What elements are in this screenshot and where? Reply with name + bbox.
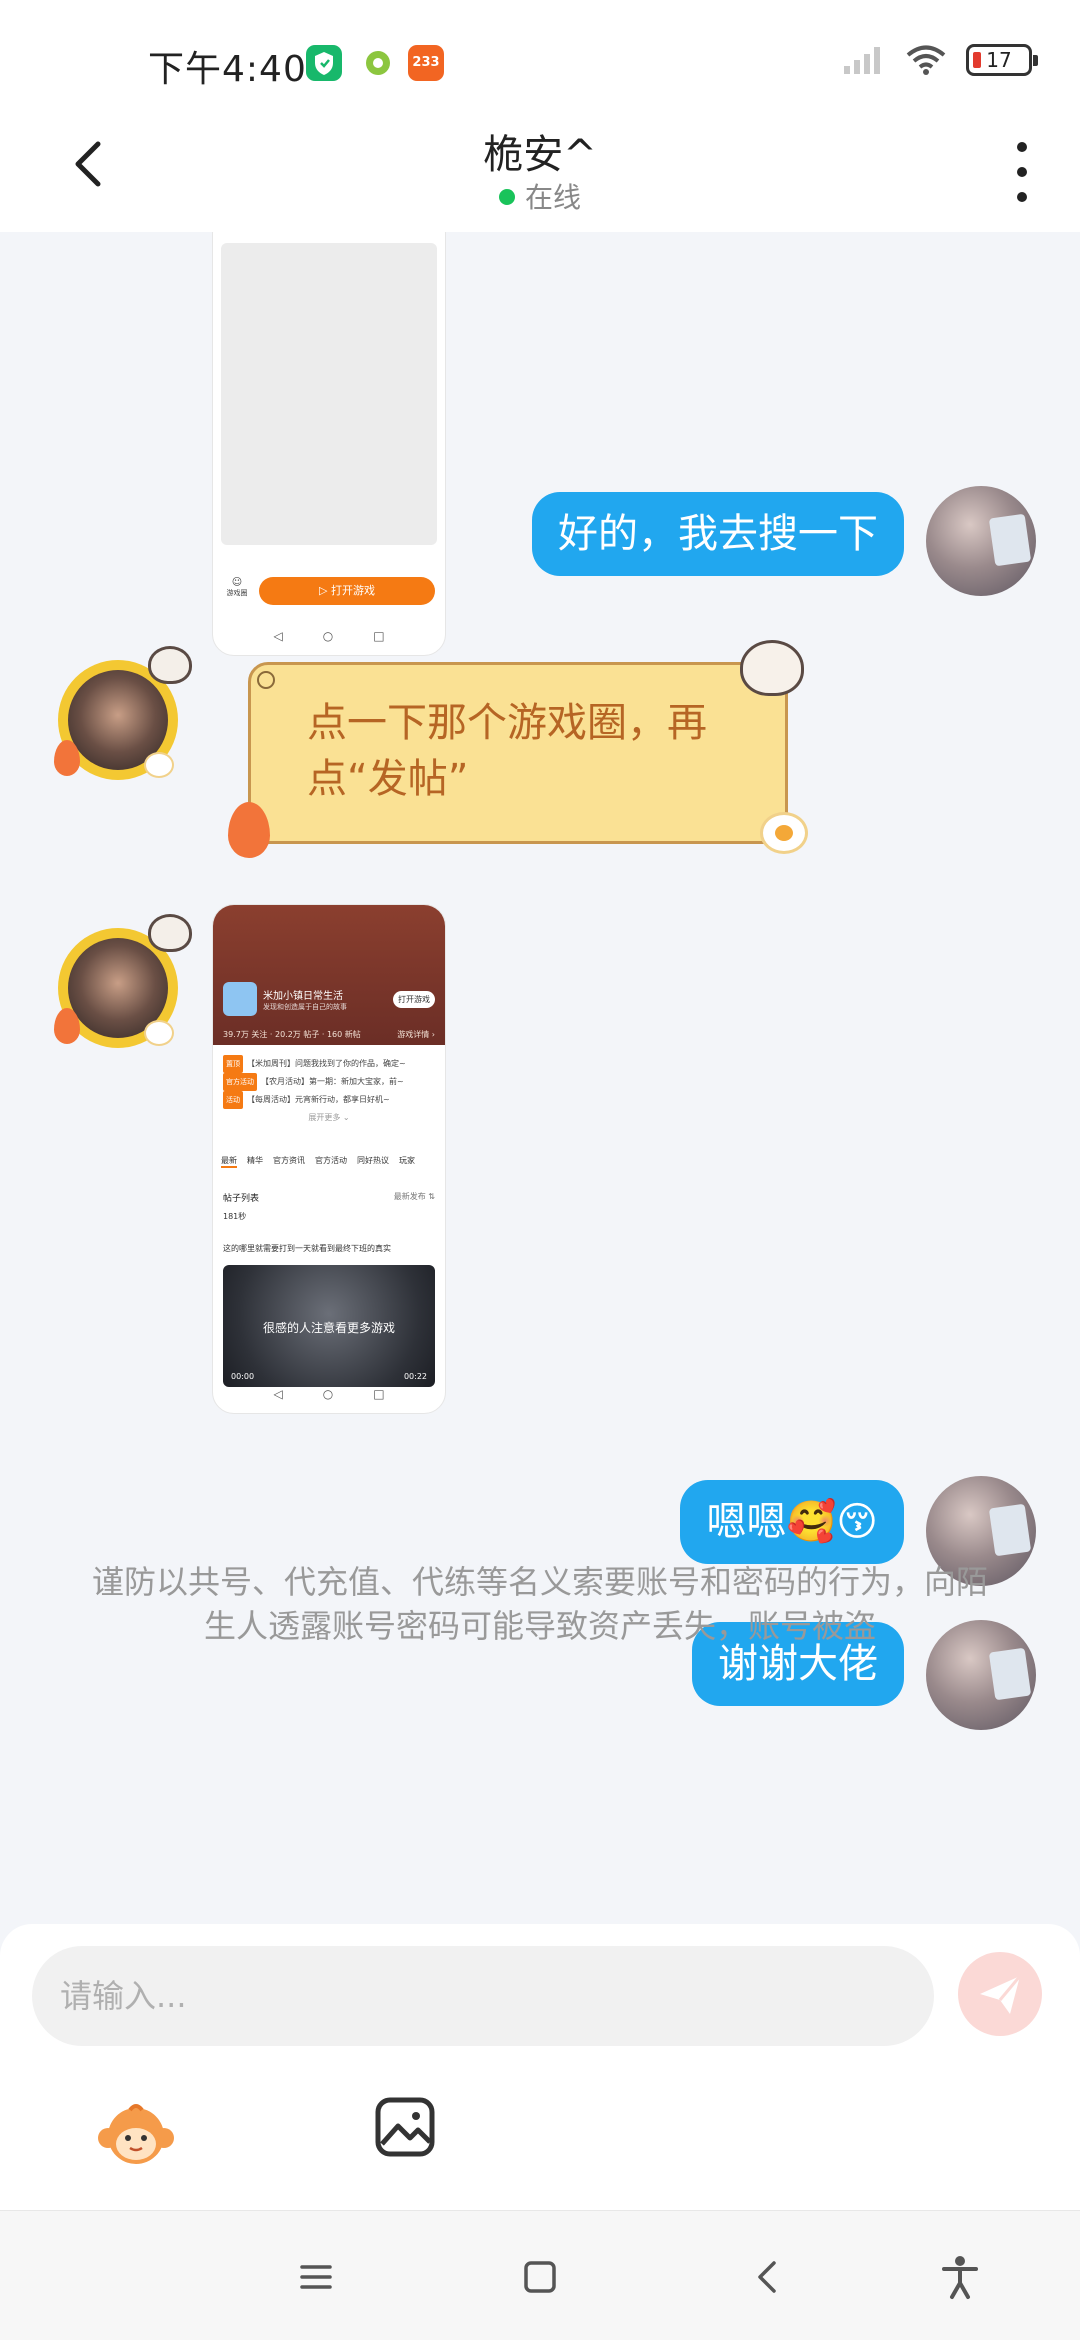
online-dot-icon bbox=[498, 189, 515, 205]
contact-name: 桅安^ bbox=[483, 132, 597, 178]
post-sort: 最新发布 ⇅ bbox=[393, 1192, 435, 1201]
monkey-emoji-icon bbox=[98, 2104, 174, 2164]
pinned-posts: 置顶 【米加周刊】问题我找到了你的作品，确定~ 官方活动 【农月活动】第一期：新加大… bbox=[223, 1055, 435, 1127]
image-button[interactable] bbox=[374, 2096, 436, 2158]
game-circle-icon: ☺ 游戏圈 bbox=[226, 577, 248, 597]
accessibility-button[interactable] bbox=[932, 2249, 988, 2305]
image-icon bbox=[375, 2097, 435, 2157]
battery-indicator: 17 bbox=[966, 44, 1038, 76]
carrot-decoration-icon bbox=[54, 1008, 80, 1044]
home-square-icon bbox=[524, 2261, 556, 2293]
message-bubble-sent[interactable]: 好的，我去搜一下 bbox=[532, 492, 904, 576]
ban-icon bbox=[257, 671, 275, 689]
screenshot-nav-bar: ◁ ○ □ bbox=[273, 629, 385, 643]
shared-screenshot-image[interactable]: ☺ 游戏圈 ▷ 打开游戏 ◁ ○ □ bbox=[212, 232, 446, 656]
game-details-link: 游戏详情 › bbox=[397, 1030, 435, 1039]
game-stats: 39.7万 关注 · 20.2万 帖子 · 160 新帖 bbox=[223, 1030, 361, 1039]
system-nav-bar bbox=[0, 2210, 1080, 2340]
chat-messages[interactable]: ☺ 游戏圈 ▷ 打开游戏 ◁ ○ □ 好的，我去搜一下 点一下那个游戏圈，再点“发帖”… bbox=[0, 232, 1080, 1922]
signal-icon bbox=[844, 47, 880, 74]
menu-icon bbox=[300, 2265, 332, 2289]
egg-decoration-icon bbox=[760, 812, 808, 854]
wifi-icon bbox=[906, 45, 946, 75]
post-text: 这的哪里就需要打到一天就看到最终下班的真实 bbox=[223, 1244, 391, 1253]
menu-nav-button[interactable] bbox=[288, 2249, 344, 2305]
app-badge-icon: 233 bbox=[408, 45, 444, 81]
shield-app-icon bbox=[306, 45, 342, 81]
settings-app-icon bbox=[360, 45, 396, 81]
game-banner bbox=[213, 905, 445, 1045]
game-title: 米加小镇日常生活 bbox=[263, 990, 343, 1002]
shared-screenshot-image[interactable]: 米加小镇日常生活 发现和创造属于自己的故事 打开游戏 39.7万 关注 · 20… bbox=[212, 904, 446, 1414]
message-bubble-sent[interactable]: 嗯嗯🥰😚 bbox=[680, 1480, 904, 1564]
send-icon bbox=[980, 1975, 1022, 2014]
more-options-button[interactable] bbox=[1010, 142, 1034, 202]
post-author: 181秒 bbox=[223, 1212, 247, 1221]
video-thumbnail: 很感的人注意看更多游戏 00:00 00:22 bbox=[223, 1265, 435, 1387]
message-bubble-received[interactable]: 点一下那个游戏圈，再点“发帖” bbox=[248, 662, 788, 844]
accessibility-icon bbox=[942, 2256, 978, 2299]
online-status-text: 在线 bbox=[524, 181, 581, 214]
input-panel bbox=[0, 1924, 1080, 2210]
back-arrow-icon bbox=[758, 2261, 776, 2293]
status-time: 下午4:40 bbox=[148, 49, 307, 90]
egg-decoration-icon bbox=[144, 752, 174, 778]
status-indicators: 17 bbox=[842, 44, 1038, 76]
emoji-button[interactable] bbox=[96, 2094, 176, 2174]
more-dot-icon bbox=[1017, 167, 1027, 177]
more-dot-icon bbox=[1017, 192, 1027, 202]
back-nav-button[interactable] bbox=[740, 2249, 796, 2305]
message-input[interactable] bbox=[32, 1946, 934, 2046]
carrot-decoration-icon bbox=[54, 740, 80, 776]
security-notice: 谨防以共号、代充值、代练等名义索要账号和密码的行为，向陌生人透露账号密码可能导致… bbox=[91, 1563, 988, 1645]
cat-decoration-icon bbox=[148, 646, 192, 684]
game-subtitle: 发现和创造属于自己的故事 bbox=[263, 1002, 347, 1011]
message-text: 点一下那个游戏圈，再点“发帖” bbox=[307, 700, 707, 802]
send-button[interactable] bbox=[958, 1952, 1042, 2036]
contact-avatar[interactable] bbox=[54, 646, 192, 780]
online-status: 在线 bbox=[0, 176, 1080, 216]
status-bar: 下午4:40 233 17 bbox=[0, 0, 1080, 120]
cat-decoration-icon bbox=[148, 914, 192, 952]
game-icon bbox=[223, 982, 257, 1016]
screenshot-nav-bar: ◁ ○ □ bbox=[273, 1387, 385, 1401]
open-game-button: ▷ 打开游戏 bbox=[259, 577, 435, 605]
cat-decoration-icon bbox=[740, 640, 804, 696]
more-dot-icon bbox=[1017, 142, 1027, 152]
home-nav-button[interactable] bbox=[512, 2249, 568, 2305]
contact-avatar[interactable] bbox=[54, 914, 192, 1048]
screenshot-tabs: 最新 精华 官方资讯 官方活动 同好热议 玩家 bbox=[221, 1155, 441, 1168]
my-avatar[interactable] bbox=[926, 486, 1036, 596]
chat-header: 桅安^ 在线 bbox=[0, 120, 1080, 232]
open-game-button: 打开游戏 bbox=[393, 990, 435, 1008]
egg-decoration-icon bbox=[144, 1020, 174, 1046]
